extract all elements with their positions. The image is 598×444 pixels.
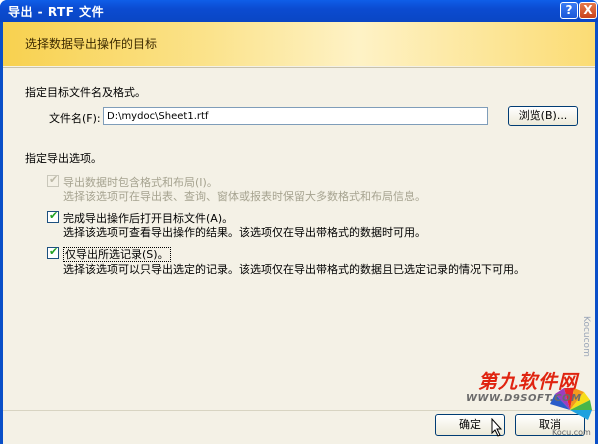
footer-divider <box>3 410 595 411</box>
title-bar[interactable]: 导出 - RTF 文件 ? X <box>0 0 598 22</box>
divider <box>3 67 595 68</box>
include-format-checkbox: ✔ <box>47 173 59 187</box>
include-format-description: 选择该选项可在导出表、查询、窗体或报表时保留大多数格式和布局信息。 <box>63 190 426 203</box>
export-selected-checkbox[interactable]: ✔ <box>47 245 59 259</box>
help-button[interactable]: ? <box>560 2 578 19</box>
window-title: 导出 - RTF 文件 <box>8 5 105 19</box>
filename-label: 文件名(F): <box>49 112 101 125</box>
check-icon: ✔ <box>49 245 59 258</box>
close-button[interactable]: X <box>579 2 597 19</box>
browse-button[interactable]: 浏览(B)... <box>508 106 578 126</box>
watermark-small-text: Kocu.com <box>552 428 591 437</box>
banner-title: 选择数据导出操作的目标 <box>25 37 158 51</box>
open-after-export-description: 选择该选项可查看导出操作的结果。该选项仅在导出带格式的数据时可用。 <box>63 226 426 239</box>
watermark-side-text: Kocucom <box>581 316 591 357</box>
options-section-heading: 指定导出选项。 <box>25 152 102 165</box>
header-banner: 选择数据导出操作的目标 <box>3 22 595 66</box>
check-icon: ✔ <box>49 173 59 186</box>
export-selected-label[interactable]: 仅导出所选记录(S)。 <box>63 246 171 262</box>
watermark-brand: 第九软件网 <box>478 371 579 393</box>
check-icon: ✔ <box>49 209 59 222</box>
filename-input[interactable] <box>103 107 488 125</box>
open-after-export-checkbox[interactable]: ✔ <box>47 209 59 223</box>
file-section-heading: 指定目标文件名及格式。 <box>25 86 146 99</box>
watermark-url: WWW.D9SOFT.COM <box>466 393 582 404</box>
focus-rect: 仅导出所选记录(S)。 <box>63 247 171 262</box>
mouse-pointer-icon <box>491 418 503 437</box>
export-selected-description: 选择该选项可以只导出选定的记录。该选项仅在导出带格式的数据且已选定记录的情况下可… <box>63 263 525 276</box>
